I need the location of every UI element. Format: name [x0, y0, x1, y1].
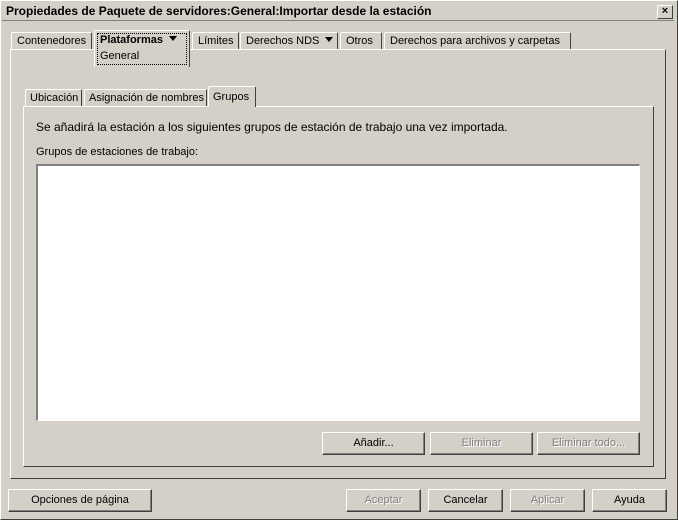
page-options-button[interactable]: Opciones de página	[8, 489, 152, 512]
workstation-groups-list[interactable]	[36, 164, 640, 421]
tab-label: Derechos NDS	[246, 35, 320, 47]
tab-sublabel-general[interactable]: General	[100, 50, 139, 62]
dropdown-arrow-icon[interactable]	[325, 37, 334, 42]
cancel-button[interactable]: Cancelar	[428, 489, 503, 512]
tab-contenedores[interactable]: Contenedores	[11, 32, 92, 49]
workstation-groups-label: Grupos de estaciones de trabajo:	[36, 146, 199, 158]
close-button[interactable]: ×	[657, 5, 673, 19]
tab-label: Otros	[346, 35, 373, 47]
button-label: Aceptar	[364, 494, 403, 506]
help-button[interactable]: Ayuda	[592, 489, 667, 512]
title-bar: Propiedades de Paquete de servidores:Gen…	[2, 2, 674, 21]
tab-label: Límites	[198, 35, 234, 47]
tab-otros[interactable]: Otros	[340, 32, 382, 49]
tab-plataformas[interactable]: Plataformas General	[94, 30, 190, 67]
button-label: Añadir...	[353, 437, 394, 449]
remove-button[interactable]: Eliminar	[430, 432, 533, 455]
close-icon: ×	[661, 5, 669, 17]
tab-label: Contenedores	[17, 35, 87, 47]
button-label: Ayuda	[614, 494, 645, 506]
window-title: Propiedades de Paquete de servidores:Gen…	[6, 4, 432, 18]
subtab-ubicacion[interactable]: Ubicación	[25, 89, 82, 106]
add-button[interactable]: Añadir...	[322, 432, 425, 455]
subtab-label: Asignación de nombres	[89, 92, 204, 104]
button-label: Eliminar todo...	[551, 437, 626, 449]
tab-derechos-archivos[interactable]: Derechos para archivos y carpetas	[384, 32, 571, 49]
tab-derechos-nds[interactable]: Derechos NDS	[240, 32, 338, 49]
button-label: Eliminar	[461, 437, 502, 449]
subtab-label: Grupos	[213, 91, 250, 103]
apply-button[interactable]: Aplicar	[510, 489, 585, 512]
subtab-label: Ubicación	[30, 92, 79, 104]
info-text: Se añadirá la estación a los siguientes …	[36, 120, 508, 134]
button-label: Aplicar	[530, 494, 565, 506]
subtab-asignacion-nombres[interactable]: Asignación de nombres	[84, 89, 207, 106]
accept-button[interactable]: Aceptar	[346, 489, 421, 512]
button-label: Cancelar	[443, 494, 488, 506]
tab-limites[interactable]: Límites	[192, 32, 239, 49]
tab-label: Derechos para archivos y carpetas	[390, 35, 560, 47]
subtab-grupos[interactable]: Grupos	[208, 86, 256, 107]
button-label: Opciones de página	[31, 494, 129, 506]
remove-all-button[interactable]: Eliminar todo...	[537, 432, 640, 455]
